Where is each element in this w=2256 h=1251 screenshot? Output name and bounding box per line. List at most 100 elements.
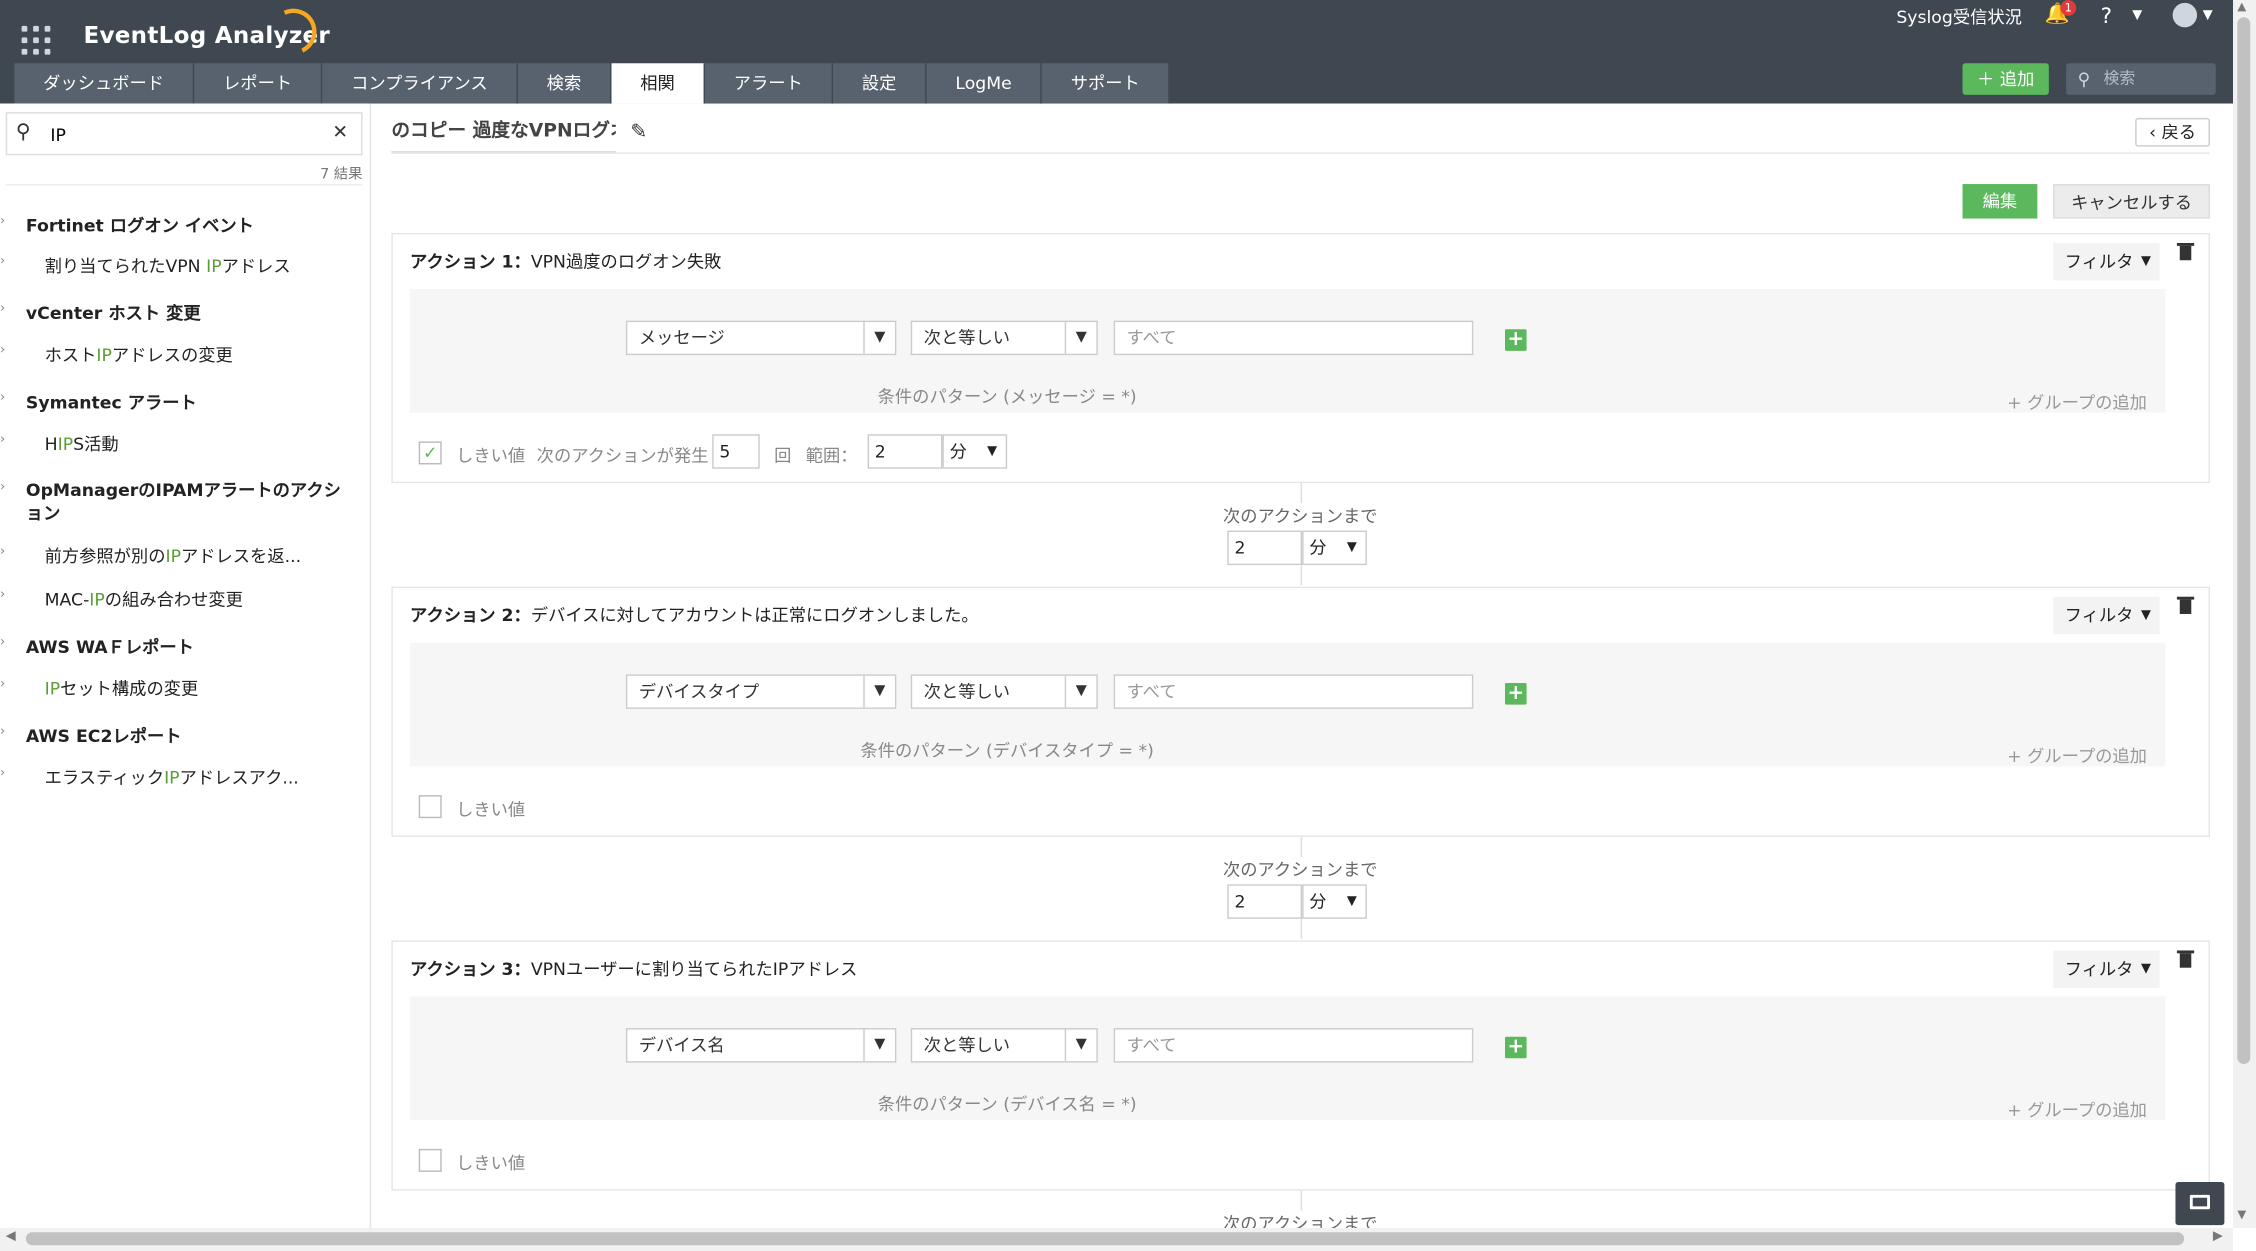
operator-select[interactable]: 次と等しい ▼ [910, 1028, 1098, 1063]
threshold-count-input[interactable]: 5 [712, 434, 760, 469]
threshold-checkbox[interactable] [418, 1148, 442, 1172]
main-nav: ダッシュボード レポート コンプライアンス 検索 相関 アラート 設定 LogMe サポート [14, 63, 1171, 104]
chevron-right-icon[interactable]: › [0, 302, 5, 316]
chevron-down-icon[interactable]: ▼ [2203, 9, 2213, 23]
syslog-status-link[interactable]: Syslog受信状況 [1896, 4, 2022, 28]
sidebar-item[interactable]: HIPS活動 [45, 431, 119, 455]
field-select[interactable]: メッセージ ▼ [625, 320, 897, 356]
edit-button[interactable]: 編集 [1962, 184, 2038, 219]
horizontal-scroll-thumb[interactable] [25, 1232, 2185, 1246]
sidebar-item[interactable]: エラスティックIPアドレスアク... [45, 765, 299, 789]
tab-4[interactable]: 相関 [611, 63, 705, 104]
threshold-checkbox[interactable]: ✓ [418, 441, 442, 465]
scroll-down-icon[interactable]: ▼ [2237, 1208, 2246, 1221]
threshold-label: しきい値 [456, 799, 526, 820]
tab-0[interactable]: ダッシュボード [14, 63, 195, 104]
unit-value: 分 [1309, 891, 1327, 912]
operator-select[interactable]: 次と等しい ▼ [910, 674, 1098, 709]
add-group-link[interactable]: + グループの追加 [2007, 743, 2147, 767]
field-select[interactable]: デバイスタイプ ▼ [625, 674, 897, 709]
item-text-pre: 前方参照が別の [44, 546, 166, 567]
chevron-right-icon: › [0, 677, 6, 692]
sidebar-group-title[interactable]: OpManagerのIPAMアラートのアクション [26, 479, 354, 525]
sidebar-item[interactable]: MAC-IPの組み合わせ変更 [45, 587, 243, 611]
value-input[interactable]: すべて [1113, 674, 1474, 709]
sidebar-group-title[interactable]: vCenter ホスト 変更 [26, 301, 201, 325]
sidebar-search[interactable]: ⚲ ✕ [5, 112, 363, 156]
sidebar-item[interactable]: 前方参照が別のIPアドレスを返... [45, 544, 301, 568]
add-group-link[interactable]: + グループの追加 [2007, 390, 2147, 414]
item-text-post: アドレスの変更 [111, 345, 233, 366]
item-text-highlight: IP [165, 546, 181, 567]
interval-input[interactable]: 2 [1227, 884, 1303, 919]
add-condition-icon[interactable]: + [1504, 329, 1527, 351]
value-input[interactable]: すべて [1113, 320, 1474, 356]
chevron-right-icon[interactable]: › [0, 480, 5, 494]
rule-sidebar: ⚲ ✕ 7 結果 › Fortinet ログオン イベント › 割り当てられたVPN … [0, 103, 372, 1228]
interval-input[interactable]: 2 [1227, 530, 1303, 566]
cancel-button[interactable]: キャンセルする [2053, 184, 2210, 219]
sidebar-group-title[interactable]: Symantec アラート [26, 390, 197, 414]
sidebar-group-title[interactable]: AWS WAＦレポート [26, 634, 194, 658]
item-text-highlight: IP [89, 589, 105, 610]
scroll-right-icon[interactable]: ▶ [2213, 1229, 2223, 1243]
interval-unit-select[interactable]: 分 ▼ [1302, 530, 1367, 566]
range-input[interactable]: 2 [867, 434, 943, 469]
global-search-input[interactable]: ⚲ 検索 [2066, 63, 2216, 95]
threshold-checkbox[interactable] [418, 795, 442, 819]
chat-icon[interactable] [2175, 1181, 2225, 1226]
trash-icon[interactable] [2176, 595, 2195, 615]
tab-8[interactable]: サポート [1041, 63, 1171, 104]
chevron-right-icon[interactable]: › [0, 636, 5, 650]
close-icon[interactable]: ✕ [332, 122, 348, 144]
value-input[interactable]: すべて [1113, 1028, 1474, 1063]
item-text-post: アドレス [221, 255, 291, 277]
operator-select[interactable]: 次と等しい ▼ [910, 320, 1098, 356]
item-text-post: の組み合わせ変更 [104, 589, 243, 610]
scroll-left-icon[interactable]: ◀ [6, 1229, 16, 1243]
help-icon[interactable]: ? [2101, 3, 2112, 29]
chevron-right-icon[interactable]: › [0, 391, 5, 405]
app-grid-icon[interactable] [21, 25, 51, 55]
action-number: アクション 2： [410, 605, 531, 626]
back-button[interactable]: ‹ 戻る [2135, 117, 2210, 147]
add-condition-icon[interactable]: + [1504, 1036, 1527, 1059]
sidebar-search-input[interactable] [50, 122, 310, 149]
sidebar-group-title[interactable]: AWS EC2レポート [26, 723, 182, 747]
tab-7[interactable]: LogMe [926, 63, 1042, 104]
scroll-up-icon[interactable]: ▲ [2237, 0, 2246, 13]
add-group-link[interactable]: + グループの追加 [2007, 1097, 2147, 1121]
operator-select-value: 次と等しい [923, 327, 1011, 348]
add-condition-icon[interactable]: + [1504, 683, 1527, 705]
filter-dropdown[interactable]: フィルタ ▼ [2053, 950, 2160, 988]
connector-line [1300, 565, 1303, 586]
field-select[interactable]: デバイス名 ▼ [625, 1028, 897, 1063]
range-unit-select[interactable]: 分 ▼ [942, 434, 1008, 469]
vertical-scroll-thumb[interactable] [2237, 17, 2251, 1065]
sidebar-item[interactable]: ホストIPアドレスの変更 [45, 342, 233, 366]
operator-select-value: 次と等しい [923, 1035, 1011, 1056]
interval-unit-select[interactable]: 分 ▼ [1302, 884, 1367, 919]
chevron-down-icon[interactable]: ▼ [2132, 9, 2142, 23]
chevron-right-icon[interactable]: › [0, 725, 5, 739]
filter-dropdown[interactable]: フィルタ ▼ [2053, 596, 2160, 635]
pencil-icon[interactable]: ✎ [630, 121, 647, 144]
trash-icon[interactable] [2176, 242, 2195, 262]
tab-3[interactable]: 検索 [517, 63, 612, 104]
trash-icon[interactable] [2176, 949, 2195, 969]
rule-title[interactable]: のコピー 過度なVPNログオン [391, 115, 616, 153]
tab-5[interactable]: アラート [704, 63, 834, 104]
threshold-label: しきい値 [456, 445, 526, 466]
tab-6[interactable]: 設定 [833, 63, 927, 104]
chevron-right-icon[interactable]: › [0, 214, 5, 228]
user-avatar-icon[interactable] [2172, 2, 2198, 28]
tab-1[interactable]: レポート [194, 63, 323, 104]
sidebar-group-title[interactable]: Fortinet ログオン イベント [26, 213, 254, 237]
sidebar-item[interactable]: IPセット構成の変更 [45, 676, 199, 700]
filter-dropdown[interactable]: フィルタ ▼ [2053, 243, 2160, 281]
sidebar-item[interactable]: 割り当てられたVPN IPアドレス [45, 253, 291, 277]
tab-2[interactable]: コンプライアンス [322, 63, 518, 104]
action-name: デバイスに対してアカウントは正常にログオンしました。 [530, 605, 979, 626]
result-count: 7 結果 [320, 166, 363, 183]
add-button[interactable]: ＋ 追加 [1962, 63, 2049, 95]
